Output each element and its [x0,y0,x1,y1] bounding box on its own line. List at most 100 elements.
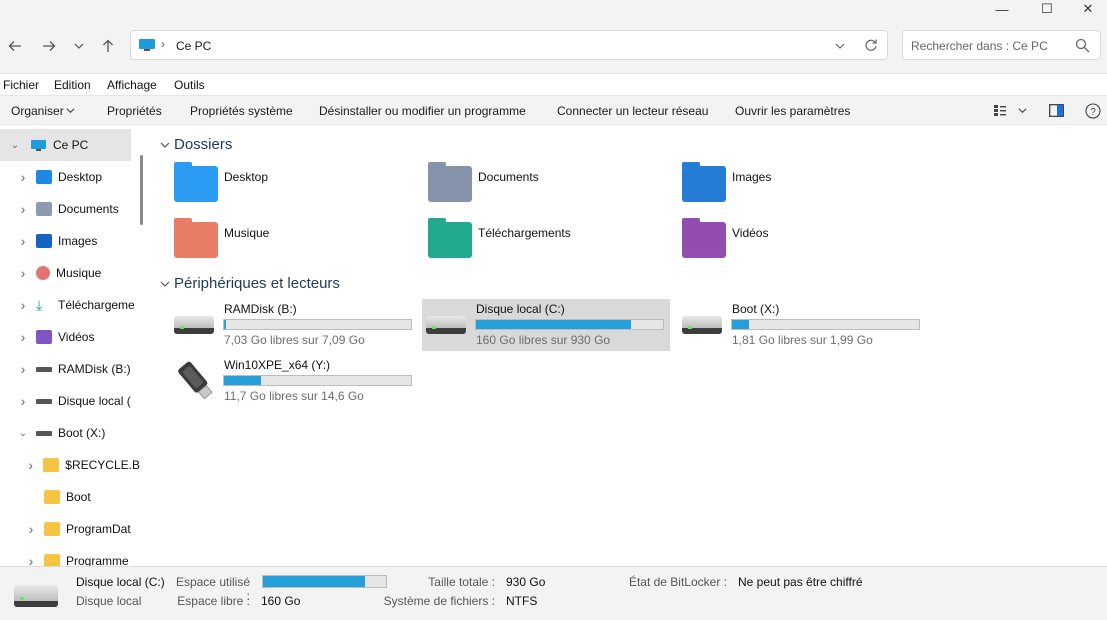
chevron-down-icon[interactable]: ⌄ [8,140,22,151]
folder-tile[interactable]: Images [682,162,922,206]
chevron-right-icon[interactable]: › [16,265,30,281]
chevron-right-icon[interactable]: › [16,329,30,345]
properties-button[interactable]: Propriétés [107,104,162,118]
back-button[interactable] [4,35,26,57]
usb-drive-icon [174,359,218,406]
close-button[interactable]: ✕ [1069,0,1107,18]
drive-icon [36,398,52,404]
menu-tools[interactable]: Outils [174,78,205,92]
folder-tile[interactable]: Téléchargements [428,218,668,262]
drive-name: Win10XPE_x64 (Y:) [224,358,331,372]
maximize-button[interactable]: ☐ [1024,0,1070,18]
folder-tile[interactable]: Documents [428,162,668,206]
refresh-icon[interactable] [864,38,878,52]
folders-section-chevron[interactable] [160,139,170,153]
nav-item-10[interactable]: Boot [0,481,140,513]
folder-icon [44,554,60,566]
minimize-button[interactable]: — [979,0,1025,18]
documents-folder-icon [428,162,472,202]
drive-tile[interactable]: Boot (X:) 1,81 Go libres sur 1,99 Go [678,299,926,351]
nav-label: Boot (X:) [58,426,106,440]
nav-item-5[interactable]: › Vidéos [0,321,140,353]
organize-button[interactable]: Organiser [11,104,64,118]
drive-tile[interactable]: RAMDisk (B:) 7,03 Go libres sur 7,09 Go [170,299,418,351]
chevron-right-icon[interactable]: › [16,361,30,377]
chevron-right-icon[interactable]: › [24,457,37,473]
navigation-scrollbar[interactable] [140,155,143,225]
drive-free-space: 7,03 Go libres sur 7,09 Go [224,333,365,347]
folder-name: Vidéos [732,226,769,240]
nav-item-0[interactable]: › Desktop [0,161,140,193]
details-total-label: Taille totale : [428,575,495,589]
nav-item-this-pc[interactable]: ⌄ Ce PC [0,129,131,161]
desktop-folder-icon [174,162,218,202]
chevron-right-icon[interactable]: › [16,169,30,185]
nav-item-2[interactable]: › Images [0,225,140,257]
nav-item-11[interactable]: › ProgramDat [0,513,140,545]
nav-label: Programme [66,554,129,566]
chevron-down-icon [74,43,84,49]
nav-item-12[interactable]: › Programme [0,545,140,566]
search-box[interactable]: Rechercher dans : Ce PC [902,30,1101,60]
nav-label: Ce PC [53,138,89,152]
recent-locations-button[interactable] [68,35,90,57]
nav-item-9[interactable]: › $RECYCLE.B [0,449,140,481]
menu-file[interactable]: Fichier [3,78,39,92]
nav-item-1[interactable]: › Documents [0,193,140,225]
address-bar[interactable]: › Ce PC [130,30,888,60]
folder-icon [44,490,60,504]
drive-tile[interactable]: Win10XPE_x64 (Y:) 11,7 Go libres sur 14,6… [170,355,418,407]
computer-icon [139,39,155,51]
drive-tile[interactable]: Disque local (C:) 160 Go libres sur 930 G… [422,299,670,351]
nav-item-8[interactable]: ⌄ Boot (X:) [0,417,140,449]
breadcrumb-location[interactable]: Ce PC [176,39,211,53]
chevron-down-icon[interactable] [1018,106,1027,115]
view-layout-icon[interactable] [993,104,1007,117]
folder-tab [174,162,192,168]
hard-drive-icon [682,316,722,334]
forward-button[interactable] [38,35,60,57]
chevron-right-icon[interactable]: › [24,521,38,537]
up-button[interactable] [97,35,119,57]
forward-arrow-icon [43,41,56,51]
nav-item-6[interactable]: › RAMDisk (B:) [0,353,140,385]
folder-tile[interactable]: Desktop [174,162,414,206]
nav-item-3[interactable]: › Musique [0,257,140,289]
details-free-value: 160 Go [261,594,301,608]
chevron-down-icon [160,281,170,287]
drives-section-chevron[interactable] [160,278,170,292]
menu-view[interactable]: Affichage [107,78,157,92]
system-properties-button[interactable]: Propriétés système [190,104,293,118]
nav-item-4[interactable]: › ⤓ Téléchargeme [0,289,140,321]
chevron-down-icon[interactable] [835,41,845,51]
videos-folder-icon [682,218,726,258]
details-free-label: Espace libre : [177,594,250,608]
folder-name: Desktop [224,170,269,184]
uninstall-program-button[interactable]: Désinstaller ou modifier un programme [319,104,526,118]
nav-label: Boot [66,490,91,504]
drives-section-title: Périphériques et lecteurs [174,275,340,292]
folder-icon [43,458,60,472]
nav-item-7[interactable]: › Disque local ( [0,385,140,417]
nav-label: $RECYCLE.B [65,458,140,472]
back-arrow-icon [8,41,21,51]
nav-label: Desktop [58,170,103,184]
folder-tile[interactable]: Vidéos [682,218,922,262]
chevron-right-icon[interactable]: › [16,393,30,409]
details-filesystem-value: NTFS [506,594,538,608]
images-folder-icon [682,162,726,202]
chevron-right-icon[interactable]: › [16,297,30,313]
chevron-right-icon[interactable]: › [16,201,30,217]
help-icon[interactable]: ? [1085,103,1101,119]
details-filesystem-label: Système de fichiers : [383,594,495,608]
menu-edit[interactable]: Edition [54,78,91,92]
chevron-down-icon[interactable]: ⌄ [16,428,30,439]
map-network-drive-button[interactable]: Connecter un lecteur réseau [557,104,708,118]
chevron-right-icon[interactable]: › [16,233,30,249]
chevron-right-icon[interactable]: › [24,553,38,566]
drive-name: Boot (X:) [732,302,780,316]
details-pane-icon[interactable] [1049,104,1064,117]
open-settings-button[interactable]: Ouvrir les paramètres [735,104,850,118]
folder-name: Documents [478,170,539,184]
folder-tile[interactable]: Musique [174,218,414,262]
